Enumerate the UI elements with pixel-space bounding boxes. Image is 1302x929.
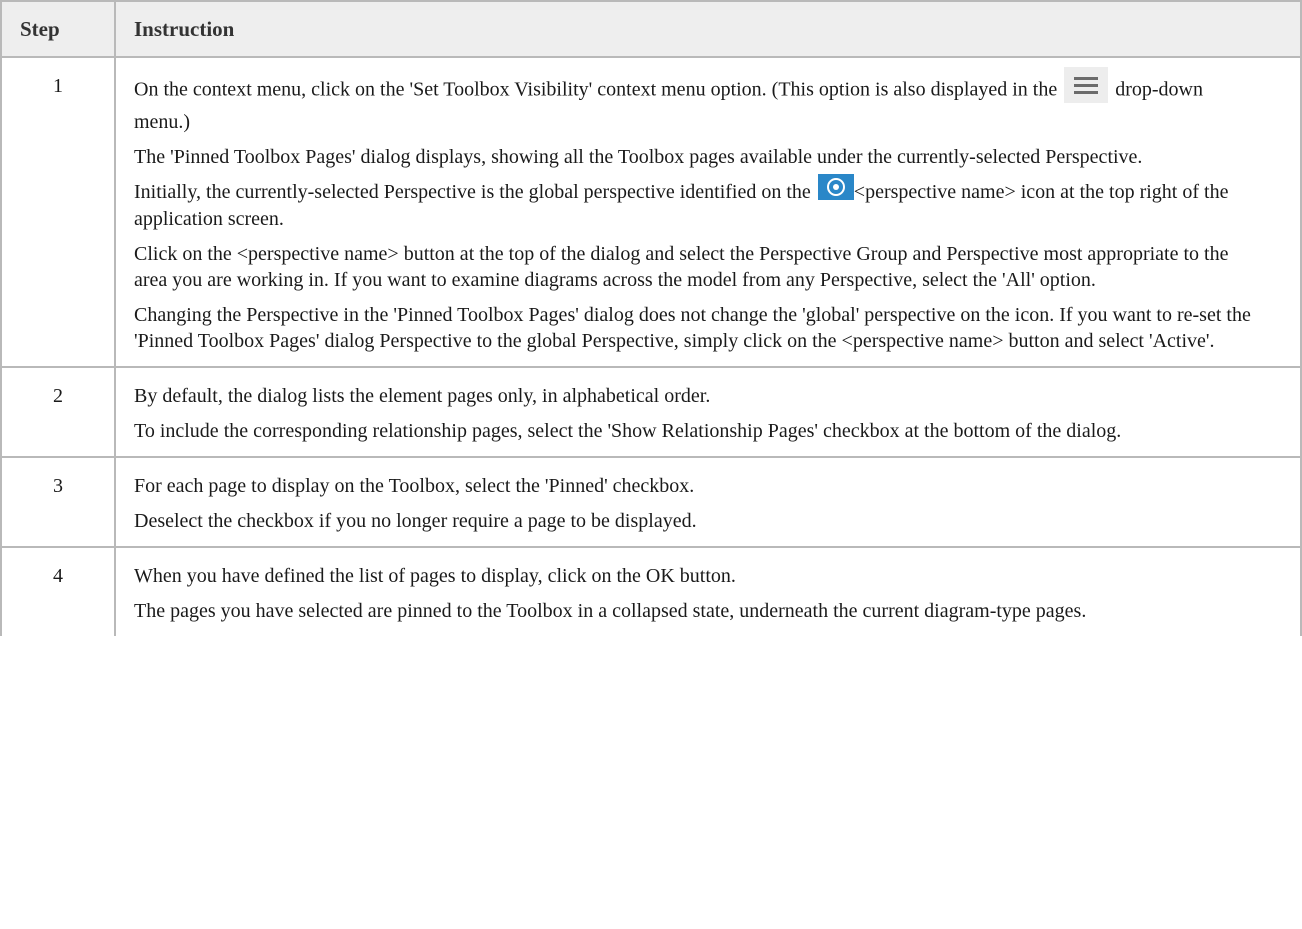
- step-number: 2: [0, 366, 116, 459]
- instruction-paragraph: By default, the dialog lists the element…: [134, 385, 711, 408]
- hamburger-menu-icon: [1064, 67, 1109, 103]
- instruction-cell: When you have defined the list of pages …: [114, 546, 1302, 637]
- instruction-paragraph: Changing the Perspective in the 'Pinned …: [134, 304, 1251, 353]
- instruction-text: On the context menu, click on the 'Set T…: [134, 78, 1058, 101]
- instruction-cell: On the context menu, click on the 'Set T…: [114, 55, 1302, 369]
- steps-table: Step Instruction 1 On the context menu, …: [0, 0, 1302, 637]
- table-row: 2 By default, the dialog lists the eleme…: [0, 366, 1302, 459]
- instruction-cell: By default, the dialog lists the element…: [114, 366, 1302, 459]
- perspective-eye-icon: [817, 174, 854, 201]
- instruction-paragraph: To include the corresponding relationshi…: [134, 420, 1122, 443]
- instruction-paragraph: Initially, the currently-selected Perspe…: [134, 174, 1260, 232]
- instruction-paragraph: Deselect the checkbox if you no longer r…: [134, 510, 697, 533]
- table-row: 3 For each page to display on the Toolbo…: [0, 456, 1302, 549]
- instruction-text: Initially, the currently-selected Perspe…: [134, 181, 811, 203]
- instruction-paragraph: When you have defined the list of pages …: [134, 565, 736, 588]
- instruction-column-header: Instruction: [114, 0, 1302, 58]
- instruction-paragraph: On the context menu, click on the 'Set T…: [134, 67, 1260, 135]
- step-number: 1: [0, 55, 116, 369]
- step-column-header: Step: [0, 0, 116, 58]
- table-row: 1 On the context menu, click on the 'Set…: [0, 55, 1302, 369]
- table-row: 4 When you have defined the list of page…: [0, 546, 1302, 637]
- step-number: 4: [0, 546, 116, 637]
- step-number: 3: [0, 456, 116, 549]
- table-header-row: Step Instruction: [0, 0, 1302, 58]
- instruction-paragraph: The 'Pinned Toolbox Pages' dialog displa…: [134, 146, 1143, 168]
- instruction-paragraph: Click on the <perspective name> button a…: [134, 243, 1229, 292]
- instruction-cell: For each page to display on the Toolbox,…: [114, 456, 1302, 549]
- instruction-paragraph: The pages you have selected are pinned t…: [134, 600, 1087, 623]
- instruction-paragraph: For each page to display on the Toolbox,…: [134, 475, 695, 498]
